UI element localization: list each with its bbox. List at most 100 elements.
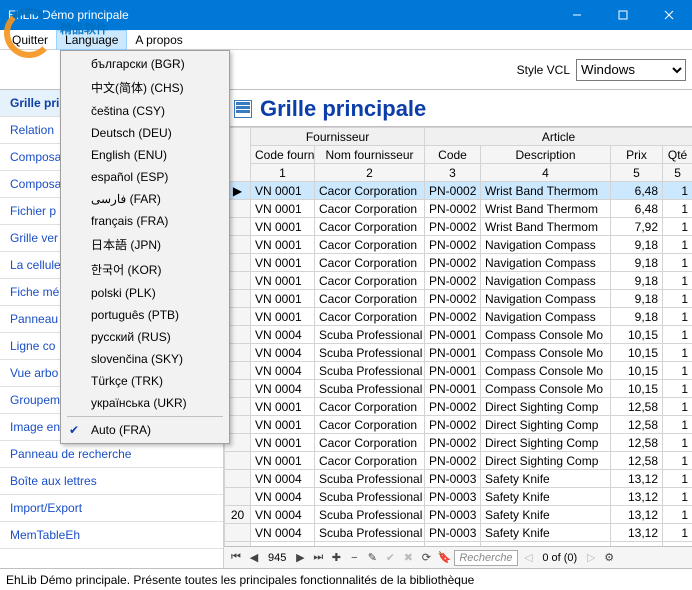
- nav-next[interactable]: ▶: [292, 550, 308, 566]
- table-row[interactable]: VN 0001Cacor CorporationPN-0002Navigatio…: [225, 290, 692, 308]
- close-button[interactable]: [646, 0, 692, 30]
- cell-qte[interactable]: 1: [663, 272, 692, 290]
- sidebar-item[interactable]: MemTableEh: [0, 522, 223, 549]
- table-row[interactable]: VN 0001Cacor CorporationPN-0002Navigatio…: [225, 272, 692, 290]
- data-grid[interactable]: Fournisseur Article Favori Code fourniss…: [224, 127, 692, 546]
- cell-code-fournisseur[interactable]: VN 0001: [251, 434, 315, 452]
- cell-qte[interactable]: 1: [663, 488, 692, 506]
- sidebar-item[interactable]: Boîte aux lettres: [0, 468, 223, 495]
- cell-description[interactable]: Wrist Band Thermom: [481, 200, 611, 218]
- cell-code-article[interactable]: PN-0002: [425, 434, 481, 452]
- cell-qte[interactable]: 1: [663, 182, 692, 200]
- language-menu-item[interactable]: español (ESP): [63, 166, 227, 188]
- nav-first[interactable]: ⏮: [228, 550, 244, 566]
- cell-code-article[interactable]: PN-0002: [425, 308, 481, 326]
- group-header-fournisseur[interactable]: Fournisseur: [251, 128, 425, 146]
- col-prix[interactable]: Prix: [611, 146, 663, 164]
- table-row[interactable]: VN 0004Scuba ProfessionalPN-0003Chisel P…: [225, 542, 692, 547]
- cell-code-fournisseur[interactable]: VN 0004: [251, 542, 315, 547]
- cell-code-article[interactable]: PN-0001: [425, 326, 481, 344]
- table-row[interactable]: VN 0001Cacor CorporationPN-0002Direct Si…: [225, 452, 692, 470]
- cell-description[interactable]: Navigation Compass: [481, 290, 611, 308]
- colnum-5[interactable]: 5: [611, 164, 663, 182]
- table-row[interactable]: 20VN 0004Scuba ProfessionalPN-0003Safety…: [225, 506, 692, 524]
- cell-qte[interactable]: 1: [663, 308, 692, 326]
- nav-delete[interactable]: −: [346, 550, 362, 566]
- menu-apropos[interactable]: A propos: [127, 31, 190, 49]
- cell-description[interactable]: Safety Knife: [481, 470, 611, 488]
- table-row[interactable]: VN 0001Cacor CorporationPN-0002Navigatio…: [225, 254, 692, 272]
- colnum-6[interactable]: 5: [663, 164, 692, 182]
- cell-prix[interactable]: 12,58: [611, 398, 663, 416]
- cell-nom-fournisseur[interactable]: Scuba Professional: [315, 524, 425, 542]
- cell-nom-fournisseur[interactable]: Cacor Corporation: [315, 416, 425, 434]
- cell-code-fournisseur[interactable]: VN 0004: [251, 524, 315, 542]
- cell-description[interactable]: Safety Knife: [481, 488, 611, 506]
- cell-qte[interactable]: 1: [663, 344, 692, 362]
- language-menu-item[interactable]: 中文(简体) (CHS): [63, 75, 227, 100]
- colnum-3[interactable]: 3: [425, 164, 481, 182]
- cell-nom-fournisseur[interactable]: Cacor Corporation: [315, 218, 425, 236]
- cell-code-fournisseur[interactable]: VN 0004: [251, 326, 315, 344]
- cell-code-fournisseur[interactable]: VN 0001: [251, 272, 315, 290]
- cell-nom-fournisseur[interactable]: Cacor Corporation: [315, 398, 425, 416]
- language-menu-item[interactable]: 한국어 (KOR): [63, 257, 227, 282]
- language-menu-item[interactable]: English (ENU): [63, 144, 227, 166]
- cell-code-article[interactable]: PN-0002: [425, 200, 481, 218]
- cell-nom-fournisseur[interactable]: Cacor Corporation: [315, 452, 425, 470]
- table-row[interactable]: VN 0001Cacor CorporationPN-0002Wrist Ban…: [225, 218, 692, 236]
- cell-nom-fournisseur[interactable]: Scuba Professional: [315, 344, 425, 362]
- sidebar-item[interactable]: Panneau de recherche: [0, 441, 223, 468]
- cell-qte[interactable]: 1: [663, 254, 692, 272]
- cell-description[interactable]: Compass Console Mo: [481, 362, 611, 380]
- cell-nom-fournisseur[interactable]: Scuba Professional: [315, 542, 425, 547]
- cell-nom-fournisseur[interactable]: Cacor Corporation: [315, 290, 425, 308]
- language-menu-item[interactable]: Türkçe (TRK): [63, 370, 227, 392]
- language-menu[interactable]: български (BGR)中文(简体) (CHS)čeština (CSY)…: [60, 50, 230, 444]
- cell-description[interactable]: Safety Knife: [481, 524, 611, 542]
- cell-qte[interactable]: 1: [663, 200, 692, 218]
- cell-nom-fournisseur[interactable]: Scuba Professional: [315, 326, 425, 344]
- cell-qte[interactable]: 1: [663, 434, 692, 452]
- cell-code-fournisseur[interactable]: VN 0001: [251, 290, 315, 308]
- cell-code-article[interactable]: PN-0003: [425, 506, 481, 524]
- cell-nom-fournisseur[interactable]: Scuba Professional: [315, 506, 425, 524]
- cell-prix[interactable]: 9,18: [611, 236, 663, 254]
- cell-code-article[interactable]: PN-0001: [425, 362, 481, 380]
- cell-code-fournisseur[interactable]: VN 0001: [251, 416, 315, 434]
- cell-prix[interactable]: 12,58: [611, 452, 663, 470]
- nav-refresh[interactable]: ⟳: [418, 550, 434, 566]
- cell-qte[interactable]: 1: [663, 290, 692, 308]
- cell-qte[interactable]: 1: [663, 218, 692, 236]
- cell-code-article[interactable]: PN-0002: [425, 272, 481, 290]
- menu-language[interactable]: Language: [56, 30, 127, 50]
- colnum-2[interactable]: 2: [315, 164, 425, 182]
- cell-code-fournisseur[interactable]: VN 0001: [251, 200, 315, 218]
- cell-prix[interactable]: 13,12: [611, 524, 663, 542]
- language-menu-item[interactable]: français (FRA): [63, 210, 227, 232]
- table-row[interactable]: VN 0004Scuba ProfessionalPN-0001Compass …: [225, 344, 692, 362]
- menu-quitter[interactable]: Quitter: [4, 31, 56, 49]
- cell-code-article[interactable]: PN-0002: [425, 236, 481, 254]
- cell-qte[interactable]: 1: [663, 416, 692, 434]
- cell-prix[interactable]: 10,15: [611, 362, 663, 380]
- cell-description[interactable]: Compass Console Mo: [481, 326, 611, 344]
- cell-code-fournisseur[interactable]: VN 0001: [251, 398, 315, 416]
- search-prev[interactable]: ◁: [520, 550, 536, 566]
- cell-code-article[interactable]: PN-0002: [425, 416, 481, 434]
- cell-description[interactable]: Wrist Band Thermom: [481, 218, 611, 236]
- cell-prix[interactable]: 14,35: [611, 542, 663, 547]
- cell-description[interactable]: Compass Console Mo: [481, 344, 611, 362]
- cell-nom-fournisseur[interactable]: Cacor Corporation: [315, 236, 425, 254]
- search-input[interactable]: Recherche: [454, 550, 518, 566]
- cell-nom-fournisseur[interactable]: Cacor Corporation: [315, 434, 425, 452]
- cell-code-article[interactable]: PN-0001: [425, 380, 481, 398]
- col-nom-fournisseur[interactable]: Nom fournisseur: [315, 146, 425, 164]
- cell-description[interactable]: Direct Sighting Comp: [481, 398, 611, 416]
- cell-code-fournisseur[interactable]: VN 0004: [251, 344, 315, 362]
- cell-code-fournisseur[interactable]: VN 0001: [251, 452, 315, 470]
- table-row[interactable]: VN 0004Scuba ProfessionalPN-0003Safety K…: [225, 524, 692, 542]
- group-header-article[interactable]: Article: [425, 128, 692, 146]
- cell-code-fournisseur[interactable]: VN 0001: [251, 236, 315, 254]
- cell-prix[interactable]: 9,18: [611, 308, 663, 326]
